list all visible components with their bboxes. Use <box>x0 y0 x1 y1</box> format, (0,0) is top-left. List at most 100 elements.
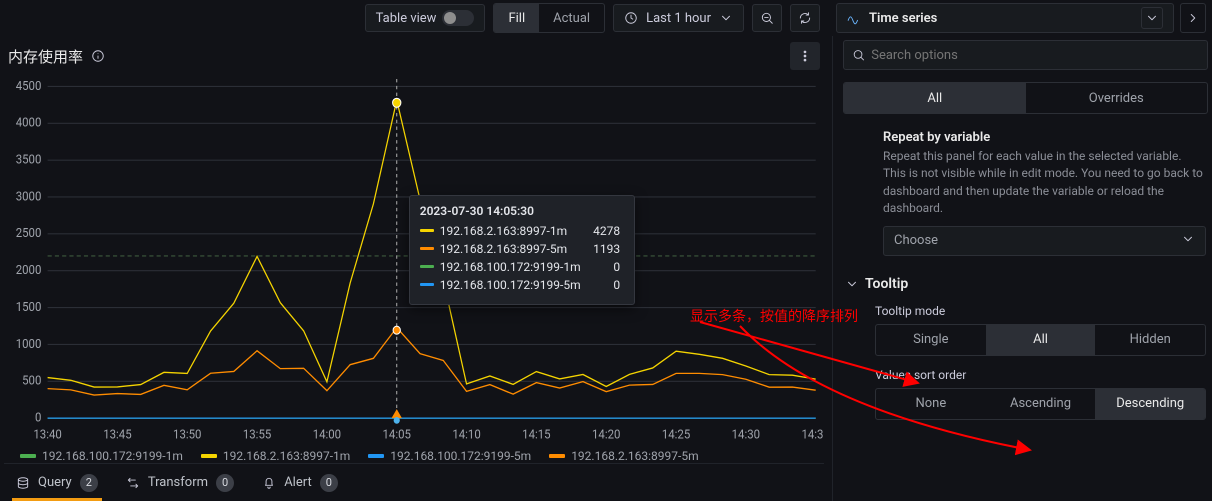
panel-menu-button[interactable] <box>790 42 820 70</box>
legend-swatch <box>20 454 36 458</box>
svg-text:13:45: 13:45 <box>103 427 132 442</box>
legend-item[interactable]: 192.168.100.172:9199-5m <box>368 449 531 463</box>
panel-info-button[interactable] <box>91 49 105 63</box>
svg-text:1000: 1000 <box>16 336 42 351</box>
viz-chevron-right[interactable] <box>1180 3 1206 33</box>
legend-item[interactable]: 192.168.2.163:8997-5m <box>549 449 698 463</box>
options-tab-all[interactable]: All <box>844 83 1026 113</box>
info-icon <box>91 49 105 63</box>
svg-text:13:40: 13:40 <box>33 427 62 442</box>
legend-label: 192.168.2.163:8997-5m <box>571 449 698 463</box>
switch-icon <box>442 10 474 26</box>
tooltip-sort-label: Values sort order <box>875 368 1206 382</box>
fill-actual-toggle[interactable]: Fill Actual <box>493 3 605 33</box>
chevron-down-icon <box>719 11 733 25</box>
chevron-down-icon <box>845 277 859 291</box>
actual-option[interactable]: Actual <box>539 4 604 32</box>
chevron-down-icon <box>1181 232 1195 246</box>
options-sidebar: All Overrides Repeat by variable Repeat … <box>832 36 1212 501</box>
svg-text:14:15: 14:15 <box>522 427 551 442</box>
tooltip-sort-row-descending[interactable]: Descending <box>1095 389 1205 419</box>
panel-title: 内存使用率 <box>8 46 83 67</box>
refresh-icon <box>798 11 812 25</box>
svg-text:4500: 4500 <box>16 78 42 93</box>
visualization-picker[interactable]: Time series <box>836 3 1174 33</box>
svg-text:4000: 4000 <box>16 115 42 130</box>
tab-query[interactable]: Query 2 <box>16 464 98 501</box>
panel-main: 内存使用率 0 500 1000 1500 2000 2500 3000 3500 4000 45… <box>0 36 832 501</box>
repeat-section: Repeat by variable Repeat this panel for… <box>843 126 1208 260</box>
tab-transform[interactable]: Transform 0 <box>126 464 234 501</box>
fill-option[interactable]: Fill <box>494 4 539 32</box>
legend-label: 192.168.100.172:9199-5m <box>390 449 531 463</box>
tab-alert-label: Alert <box>284 475 312 490</box>
tooltip-section-header[interactable]: Tooltip <box>845 276 1206 292</box>
panel-header: 内存使用率 <box>4 42 824 70</box>
repeat-desc: Repeat this panel for each value in the … <box>883 148 1206 218</box>
repeat-select-value: Choose <box>894 233 938 248</box>
svg-text:13:55: 13:55 <box>243 427 272 442</box>
legend-swatch <box>549 454 565 458</box>
chart-area[interactable]: 0 500 1000 1500 2000 2500 3000 3500 4000 4500 13:4… <box>4 70 824 443</box>
svg-text:500: 500 <box>22 373 42 388</box>
repeat-variable-select[interactable]: Choose <box>883 226 1206 256</box>
tooltip-mode-row-single[interactable]: Single <box>876 325 986 355</box>
legend-item[interactable]: 192.168.2.163:8997-1m <box>201 449 350 463</box>
clock-icon <box>624 11 638 25</box>
search-icon <box>852 48 865 62</box>
bottom-tabs: Query 2 Transform 0 Alert 0 <box>4 463 824 501</box>
tab-transform-badge: 0 <box>216 474 234 492</box>
zoom-out-icon <box>760 11 774 25</box>
tab-alert[interactable]: Alert 0 <box>262 464 338 501</box>
options-tabs[interactable]: All Overrides <box>843 82 1208 114</box>
svg-text:2000: 2000 <box>16 263 42 278</box>
legend-item[interactable]: 192.168.100.172:9199-1m <box>20 449 183 463</box>
tab-alert-badge: 0 <box>320 474 338 492</box>
chart-tooltip: 2023-07-30 14:05:30192.168.2.163:8997-1m… <box>409 195 635 305</box>
top-toolbar: Table view Fill Actual Last 1 hour Time … <box>0 0 1212 36</box>
chart-legend: 192.168.100.172:9199-1m 192.168.2.163:899… <box>4 443 824 463</box>
svg-text:1500: 1500 <box>16 299 42 314</box>
viz-chevron-down[interactable] <box>1141 7 1163 29</box>
tooltip-mode-row-hidden[interactable]: Hidden <box>1095 325 1205 355</box>
transform-icon <box>126 476 140 490</box>
options-tab-overrides[interactable]: Overrides <box>1026 83 1208 113</box>
tab-query-badge: 2 <box>80 474 98 492</box>
svg-text:14:20: 14:20 <box>592 427 621 442</box>
kebab-icon <box>798 49 812 63</box>
svg-text:3000: 3000 <box>16 189 42 204</box>
svg-text:14:05: 14:05 <box>383 427 412 442</box>
search-options-input[interactable] <box>871 48 1199 63</box>
wave-icon <box>847 11 861 25</box>
tooltip-section-title: Tooltip <box>865 276 908 292</box>
svg-text:14:25: 14:25 <box>662 427 691 442</box>
tooltip-mode-label: Tooltip mode <box>875 304 1206 318</box>
zoom-out-button[interactable] <box>752 4 782 32</box>
table-view-label: Table view <box>376 11 437 26</box>
tooltip-mode-radio[interactable]: SingleAllHidden <box>875 324 1206 356</box>
tooltip-sort-radio[interactable]: NoneAscendingDescending <box>875 388 1206 420</box>
svg-text:3500: 3500 <box>16 152 42 167</box>
tooltip-mode-row-all[interactable]: All <box>986 325 1096 355</box>
tooltip-sort-row-none[interactable]: None <box>876 389 986 419</box>
svg-text:0: 0 <box>35 410 42 425</box>
legend-label: 192.168.2.163:8997-1m <box>223 449 350 463</box>
svg-text:14:00: 14:00 <box>313 427 342 442</box>
legend-swatch <box>201 454 217 458</box>
database-icon <box>16 476 30 490</box>
chevron-down-icon <box>1145 11 1159 25</box>
time-range-label: Last 1 hour <box>646 11 711 26</box>
table-view-toggle[interactable]: Table view <box>365 4 486 32</box>
refresh-button[interactable] <box>790 4 820 32</box>
tooltip-sort-row-ascending[interactable]: Ascending <box>986 389 1096 419</box>
bell-icon <box>262 476 276 490</box>
legend-swatch <box>368 454 384 458</box>
repeat-title: Repeat by variable <box>883 130 1206 145</box>
tooltip-section: Tooltip Tooltip mode SingleAllHidden Val… <box>843 272 1208 424</box>
search-options[interactable] <box>843 40 1208 70</box>
tab-query-label: Query <box>38 475 72 490</box>
svg-text:14:30: 14:30 <box>732 427 761 442</box>
svg-text:2500: 2500 <box>16 226 42 241</box>
tab-transform-label: Transform <box>148 475 208 490</box>
time-range-picker[interactable]: Last 1 hour <box>613 4 744 32</box>
